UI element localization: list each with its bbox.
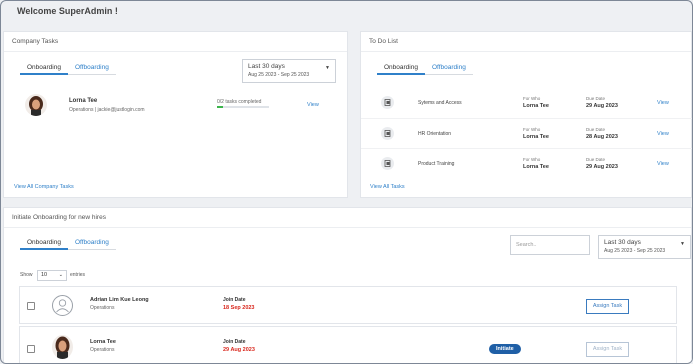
assign-task-button[interactable]: Assign Task xyxy=(586,299,629,314)
tab-offboarding[interactable]: Offboarding xyxy=(67,62,116,75)
for-who-value: Lorna Tee xyxy=(523,103,549,109)
for-who-label: For Who xyxy=(523,127,541,132)
date-range-label: Last 30 days xyxy=(604,239,641,246)
view-all-tasks-link[interactable]: View All Tasks xyxy=(370,184,405,190)
for-who-value: Lorna Tee xyxy=(523,134,549,140)
show-label: Show xyxy=(20,272,33,278)
employee-details: Operations | jackie@justlogin.com xyxy=(69,107,145,113)
tab-onboarding[interactable]: Onboarding xyxy=(20,62,68,75)
task-name: HR Orientation xyxy=(418,131,452,137)
date-range-label: Last 30 days xyxy=(248,63,285,70)
initiate-onboarding-title: Initiate Onboarding for new hires xyxy=(4,208,691,228)
date-range-value: Aug 25 2023 - Sep 25 2023 xyxy=(604,248,666,254)
initiate-badge[interactable]: Initiate xyxy=(489,344,521,354)
todo-tabs: Onboarding Offboarding xyxy=(377,62,473,75)
todo-item: Sytems and Access For Who Lorna Tee Due … xyxy=(361,88,692,118)
progress-bar xyxy=(217,106,269,108)
task-name: Sytems and Access xyxy=(418,100,462,106)
due-date-label: Due Date xyxy=(586,157,606,162)
progress-bar-fill xyxy=(217,106,223,108)
avatar xyxy=(25,94,47,116)
initiate-tabs: Onboarding Offboarding xyxy=(20,237,116,250)
due-date-label: Due Date xyxy=(586,127,606,132)
hire-dept: Operations xyxy=(90,347,115,353)
todo-item: HR Orientation For Who Lorna Tee Due Dat… xyxy=(361,118,692,148)
table-row: Lorna Tee Operations Join Date 29 Aug 20… xyxy=(19,326,677,363)
row-checkbox[interactable] xyxy=(27,302,35,310)
employee-name: Lorna Tee xyxy=(69,98,98,104)
due-date-label: Due Date xyxy=(586,96,606,101)
todo-item: Product Training For Who Lorna Tee Due D… xyxy=(361,148,692,178)
join-date-label: Join Date xyxy=(223,297,246,303)
search-input[interactable]: Search.. xyxy=(510,235,590,255)
avatar-placeholder xyxy=(52,295,73,316)
company-tasks-title: Company Tasks xyxy=(4,32,347,52)
chevron-down-icon: ⌄ xyxy=(58,272,63,278)
tab-offboarding[interactable]: Offboarding xyxy=(424,62,473,75)
view-link[interactable]: View xyxy=(307,102,319,108)
page-title: Welcome SuperAdmin ! xyxy=(17,6,118,16)
todo-list-card: To Do List Onboarding Offboarding Sytems… xyxy=(360,31,692,198)
entries-value: 10 xyxy=(41,272,48,278)
company-tasks-tabs: Onboarding Offboarding xyxy=(20,62,116,75)
avatar xyxy=(52,335,73,359)
dashboard-frame: Welcome SuperAdmin ! Company Tasks Onboa… xyxy=(0,0,693,364)
chevron-down-icon: ▼ xyxy=(325,65,330,71)
progress-text: 0/2 tasks completed xyxy=(217,99,262,105)
date-range-value: Aug 25 2023 - Sep 25 2023 xyxy=(248,72,310,78)
company-tasks-card: Company Tasks Onboarding Offboarding Las… xyxy=(3,31,348,198)
due-date-value: 28 Aug 2023 xyxy=(586,134,618,140)
for-who-label: For Who xyxy=(523,96,541,101)
task-name: Product Training xyxy=(418,161,455,167)
due-date-value: 29 Aug 2023 xyxy=(586,103,618,109)
view-link[interactable]: View xyxy=(657,131,669,137)
date-range-picker[interactable]: Last 30 days Aug 25 2023 - Sep 25 2023 ▼ xyxy=(598,235,691,259)
chevron-down-icon: ▼ xyxy=(680,241,685,247)
due-date-value: 29 Aug 2023 xyxy=(586,164,618,170)
tab-onboarding[interactable]: Onboarding xyxy=(20,237,68,250)
join-date-value: 29 Aug 2023 xyxy=(223,347,255,353)
assign-task-button[interactable]: Assign Task xyxy=(586,342,629,357)
join-date-value: 18 Sep 2023 xyxy=(223,305,255,311)
table-row: Adrian Lim Kue Leong Operations Join Dat… xyxy=(19,286,677,324)
join-date-label: Join Date xyxy=(223,339,246,345)
row-checkbox[interactable] xyxy=(27,345,35,353)
for-who-label: For Who xyxy=(523,157,541,162)
hire-name: Lorna Tee xyxy=(90,339,116,345)
entries-label: entries xyxy=(70,272,86,278)
hire-dept: Operations xyxy=(90,305,115,311)
task-icon xyxy=(381,157,394,170)
todo-list-title: To Do List xyxy=(361,32,691,52)
task-icon xyxy=(381,96,394,109)
date-range-picker[interactable]: Last 30 days Aug 25 2023 - Sep 25 2023 ▼ xyxy=(242,59,336,83)
hire-name: Adrian Lim Kue Leong xyxy=(90,297,149,303)
view-all-company-tasks-link[interactable]: View All Company Tasks xyxy=(14,184,74,190)
view-link[interactable]: View xyxy=(657,161,669,167)
task-icon xyxy=(381,127,394,140)
tab-offboarding[interactable]: Offboarding xyxy=(67,237,116,250)
view-link[interactable]: View xyxy=(657,100,669,106)
for-who-value: Lorna Tee xyxy=(523,164,549,170)
entries-select[interactable]: 10 ⌄ xyxy=(37,270,67,281)
tab-onboarding[interactable]: Onboarding xyxy=(377,62,425,75)
